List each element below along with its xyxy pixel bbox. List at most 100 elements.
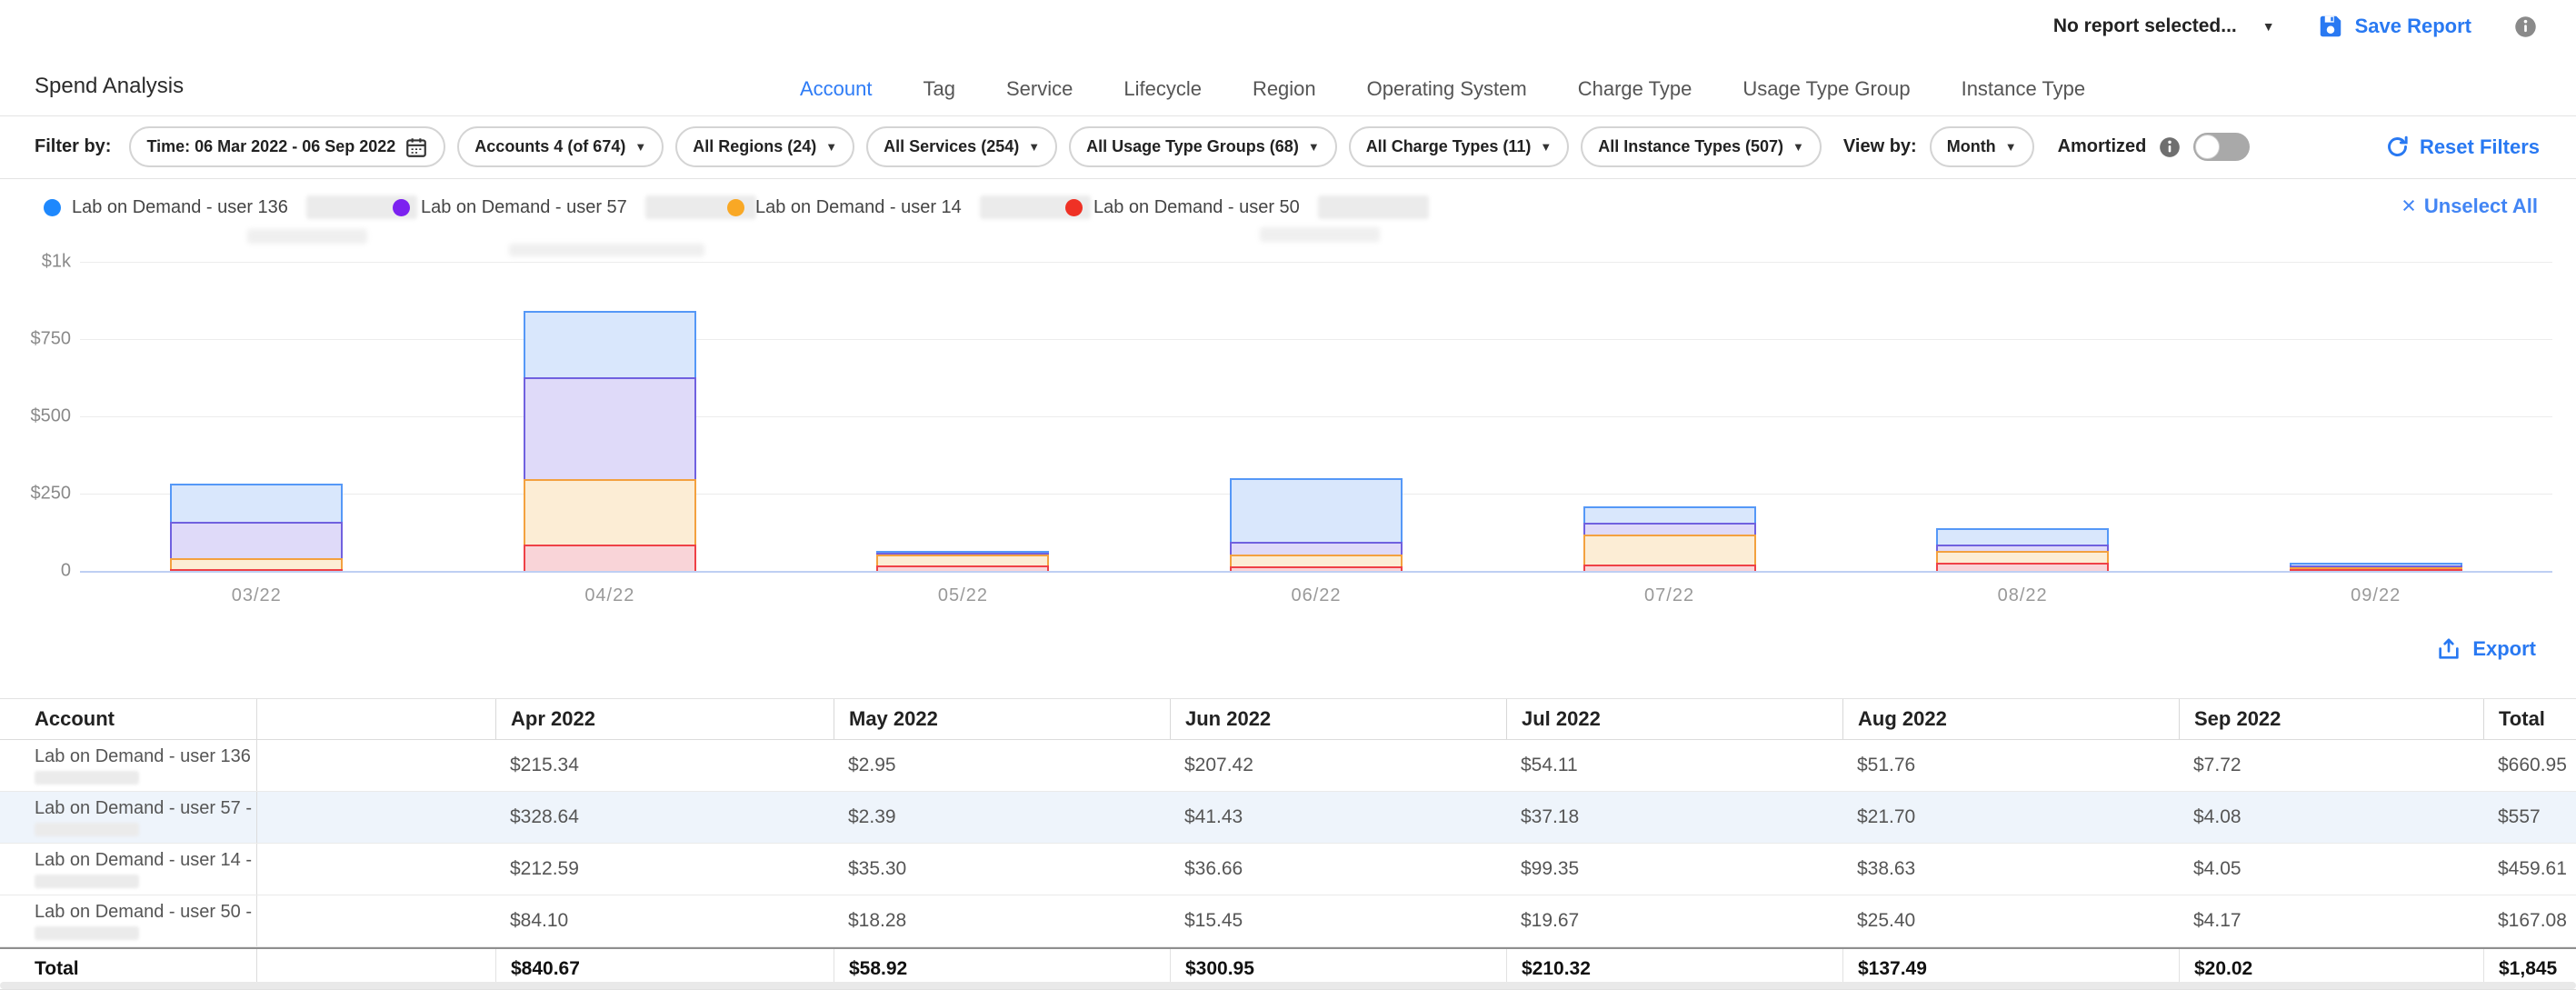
chart-bar-07-22[interactable] bbox=[1583, 506, 1756, 571]
column-header-may-2022: May 2022 bbox=[834, 699, 1170, 739]
amortized-toggle[interactable] bbox=[2193, 133, 2250, 161]
cell-value: $4.08 bbox=[2179, 792, 2483, 843]
cell-value: $2.39 bbox=[834, 792, 1170, 843]
filter-bar: Filter by: Time: 06 Mar 2022 - 06 Sep 20… bbox=[0, 115, 2576, 179]
cell-value: $660.95 bbox=[2483, 740, 2576, 791]
bar-segment-lab-on-demand-user-136[interactable] bbox=[1583, 506, 1756, 523]
filter-pill-all-instance-types-507[interactable]: All Instance Types (507)▼ bbox=[1581, 126, 1822, 167]
bar-segment-lab-on-demand-user-136[interactable] bbox=[1936, 528, 2109, 545]
reset-filters-button[interactable]: Reset Filters bbox=[2385, 135, 2540, 159]
reset-filters-label: Reset Filters bbox=[2420, 135, 2540, 159]
x-axis-label: 06/22 bbox=[1291, 585, 1341, 606]
legend-item-lab-on-demand-user-50[interactable]: Lab on Demand - user 50 bbox=[1065, 195, 1429, 219]
bar-segment-lab-on-demand-user-136[interactable] bbox=[524, 311, 696, 377]
spend-chart: 03/2204/2205/2206/2207/2208/2209/22 $1k$… bbox=[0, 245, 2576, 618]
tab-service[interactable]: Service bbox=[1006, 77, 1073, 101]
bar-segment-lab-on-demand-user-50[interactable] bbox=[2290, 569, 2462, 571]
cell-value: $215.34 bbox=[495, 740, 834, 791]
spacer-cell bbox=[257, 895, 495, 946]
bar-segment-lab-on-demand-user-57[interactable] bbox=[524, 377, 696, 479]
view-by-value: Month bbox=[1947, 137, 1996, 156]
bar-segment-lab-on-demand-user-50[interactable] bbox=[1230, 566, 1403, 571]
cell-value: $21.70 bbox=[1842, 792, 2179, 843]
tab-charge-type[interactable]: Charge Type bbox=[1578, 77, 1692, 101]
info-icon[interactable] bbox=[2158, 135, 2182, 159]
filter-pill-all-charge-types-11[interactable]: All Charge Types (11)▼ bbox=[1349, 126, 1570, 167]
save-report-label: Save Report bbox=[2355, 15, 2471, 38]
cell-value: $167.08 bbox=[2483, 895, 2576, 946]
info-icon[interactable] bbox=[2513, 15, 2538, 39]
save-icon bbox=[2317, 13, 2344, 40]
chart-bar-08-22[interactable] bbox=[1936, 528, 2109, 571]
spacer-cell bbox=[257, 740, 495, 791]
filter-pill-all-regions-24[interactable]: All Regions (24)▼ bbox=[675, 126, 854, 167]
calendar-icon bbox=[404, 135, 428, 159]
filter-pill-time-06-mar-2022-06-sep-2022[interactable]: Time: 06 Mar 2022 - 06 Sep 2022 bbox=[129, 126, 445, 167]
bar-segment-lab-on-demand-user-14[interactable] bbox=[524, 479, 696, 545]
amortized-label: Amortized bbox=[2058, 136, 2147, 157]
legend-item-lab-on-demand-user-57[interactable]: Lab on Demand - user 57 bbox=[393, 195, 756, 219]
tab-lifecycle[interactable]: Lifecycle bbox=[1123, 77, 1202, 101]
legend-dot bbox=[393, 199, 410, 216]
bar-segment-lab-on-demand-user-50[interactable] bbox=[1936, 563, 2109, 571]
bar-segment-lab-on-demand-user-57[interactable] bbox=[1936, 545, 2109, 551]
bar-segment-lab-on-demand-user-14[interactable] bbox=[170, 558, 343, 569]
chart-bar-03-22[interactable] bbox=[170, 484, 343, 572]
bar-segment-lab-on-demand-user-50[interactable] bbox=[524, 545, 696, 571]
cell-value: $2.95 bbox=[834, 740, 1170, 791]
legend-item-lab-on-demand-user-14[interactable]: Lab on Demand - user 14 bbox=[727, 195, 1091, 219]
table-row[interactable]: Lab on Demand - user 50 -$84.10$18.28$15… bbox=[0, 895, 2576, 947]
bar-segment-lab-on-demand-user-57[interactable] bbox=[1230, 542, 1403, 555]
bar-segment-lab-on-demand-user-14[interactable] bbox=[1230, 555, 1403, 565]
spacer-cell bbox=[257, 844, 495, 895]
table-row[interactable]: Lab on Demand - user 136 -$215.34$2.95$2… bbox=[0, 740, 2576, 792]
tab-tag[interactable]: Tag bbox=[924, 77, 955, 101]
view-by-label: View by: bbox=[1843, 136, 1917, 157]
tab-account[interactable]: Account bbox=[800, 77, 873, 101]
export-button[interactable]: Export bbox=[2436, 636, 2536, 662]
bar-segment-lab-on-demand-user-57[interactable] bbox=[1583, 523, 1756, 535]
chart-plot: 03/2204/2205/2206/2207/2208/2209/22 bbox=[80, 262, 2552, 573]
legend-dot bbox=[1065, 199, 1083, 216]
report-selector-dropdown[interactable]: No report selected... ▼ bbox=[2053, 15, 2275, 37]
column-header-account: Account bbox=[0, 699, 257, 739]
chart-bar-05-22[interactable] bbox=[876, 551, 1049, 571]
account-cell: Lab on Demand - user 50 - bbox=[0, 895, 257, 946]
horizontal-scrollbar[interactable] bbox=[0, 982, 2576, 989]
bar-segment-lab-on-demand-user-50[interactable] bbox=[876, 565, 1049, 571]
bar-segment-lab-on-demand-user-14[interactable] bbox=[1936, 551, 2109, 563]
column-header-spacer bbox=[257, 699, 495, 739]
table-row[interactable]: Lab on Demand - user 14 -$212.59$35.30$3… bbox=[0, 844, 2576, 895]
filter-pill-all-services-254[interactable]: All Services (254)▼ bbox=[866, 126, 1057, 167]
tab-operating-system[interactable]: Operating System bbox=[1367, 77, 1527, 101]
bar-segment-lab-on-demand-user-50[interactable] bbox=[170, 569, 343, 571]
view-by-dropdown[interactable]: Month ▼ bbox=[1930, 126, 2034, 167]
bar-segment-lab-on-demand-user-136[interactable] bbox=[170, 484, 343, 523]
filter-pill-label: All Services (254) bbox=[884, 137, 1019, 156]
tab-region[interactable]: Region bbox=[1253, 77, 1316, 101]
chart-bar-09-22[interactable] bbox=[2290, 563, 2462, 571]
chart-bar-04-22[interactable] bbox=[524, 311, 696, 571]
legend-item-lab-on-demand-user-136[interactable]: Lab on Demand - user 136 bbox=[44, 195, 417, 219]
bar-segment-lab-on-demand-user-136[interactable] bbox=[1230, 478, 1403, 543]
bar-segment-lab-on-demand-user-50[interactable] bbox=[1583, 565, 1756, 571]
chart-bar-06-22[interactable] bbox=[1230, 478, 1403, 571]
chevron-down-icon: ▼ bbox=[2262, 20, 2275, 33]
bar-segment-lab-on-demand-user-57[interactable] bbox=[170, 522, 343, 558]
legend-label: Lab on Demand - user 50 bbox=[1093, 197, 1300, 218]
bar-segment-lab-on-demand-user-14[interactable] bbox=[876, 555, 1049, 565]
account-cell: Lab on Demand - user 14 - bbox=[0, 844, 257, 895]
filter-pill-all-usage-type-groups-68[interactable]: All Usage Type Groups (68)▼ bbox=[1069, 126, 1337, 167]
unselect-all-button[interactable]: × Unselect All bbox=[2401, 194, 2538, 218]
save-report-button[interactable]: Save Report bbox=[2317, 13, 2471, 40]
y-axis-tick: $750 bbox=[7, 329, 71, 350]
x-axis-label: 03/22 bbox=[232, 585, 282, 606]
filter-pill-accounts-4-of-674[interactable]: Accounts 4 (of 674)▼ bbox=[457, 126, 664, 167]
tab-instance-type[interactable]: Instance Type bbox=[1962, 77, 2086, 101]
bar-segment-lab-on-demand-user-14[interactable] bbox=[1583, 535, 1756, 565]
legend-label: Lab on Demand - user 136 bbox=[72, 197, 288, 218]
account-cell: Lab on Demand - user 57 - bbox=[0, 792, 257, 843]
cell-value: $36.66 bbox=[1170, 844, 1506, 895]
tab-usage-type-group[interactable]: Usage Type Group bbox=[1742, 77, 1910, 101]
table-row[interactable]: Lab on Demand - user 57 -$328.64$2.39$41… bbox=[0, 792, 2576, 844]
